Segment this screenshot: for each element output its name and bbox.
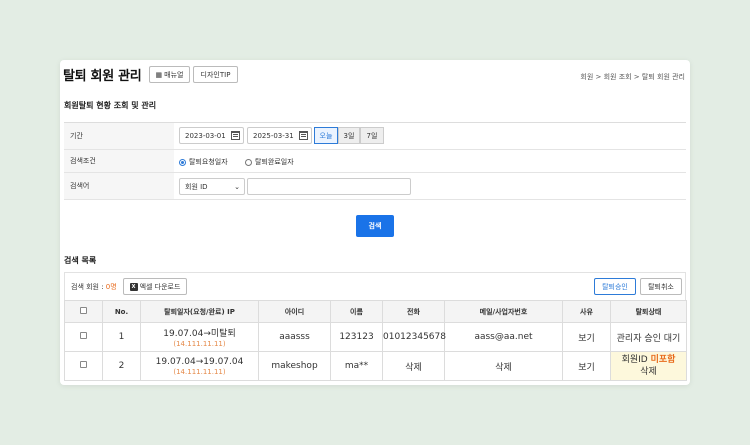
period-label: 기간 (64, 123, 174, 149)
cancel-withdrawal-button[interactable]: 탈퇴취소 (640, 278, 682, 295)
condition-label: 검색조건 (64, 150, 174, 172)
excel-download-button[interactable]: X 엑셀 다운로드 (123, 278, 187, 295)
calendar-icon[interactable] (299, 131, 308, 140)
row-status: 회원ID 미포함 삭제 (610, 351, 687, 381)
grid-icon: ▦ (155, 70, 163, 79)
member-count-label: 검색 회원 : (71, 283, 106, 291)
status-mark: 미포함 (650, 355, 676, 365)
keyword-label: 검색어 (64, 173, 174, 199)
period-7day-button[interactable]: 7일 (360, 127, 384, 144)
col-name: 이름 (330, 300, 383, 323)
row-id: aaasss (258, 322, 331, 352)
row-date-ip: 19.07.04→미탈퇴 (14.111.11.11) (140, 322, 259, 352)
radio-request-date[interactable]: 탈퇴요청일자 (179, 157, 228, 167)
table-row: 1 19.07.04→미탈퇴 (14.111.11.11) aaasss 123… (64, 322, 687, 352)
keyword-type-select[interactable]: 회원 ID ⌄ (179, 178, 245, 195)
col-status: 탈퇴상태 (610, 300, 687, 323)
col-phone: 전화 (382, 300, 445, 323)
table-row: 2 19.07.04→19.07.04 (14.111.11.11) makes… (64, 351, 687, 381)
excel-icon: X (129, 282, 138, 291)
period-row: 기간 2023-03-01 2025-03-31 오늘 3일 7일 (64, 123, 686, 150)
page-header: 탈퇴 회원 관리 ▦ 매뉴얼 디자인TIP 회원 > 회원 조회 > 탈퇴 회원… (60, 60, 690, 88)
list-section-title: 검색 목록 (64, 256, 97, 265)
excel-download-label: 엑셀 다운로드 (139, 282, 181, 291)
row-reason-link[interactable]: 보기 (562, 351, 611, 381)
row-date: 19.07.04→19.07.04 (155, 356, 244, 367)
search-section-title: 회원탈퇴 현황 조회 및 관리 (64, 101, 157, 110)
keyword-type-value: 회원 ID (185, 182, 208, 191)
row-date-ip: 19.07.04→19.07.04 (14.111.11.11) (140, 351, 259, 381)
date-from-value: 2023-03-01 (185, 131, 226, 140)
approve-withdrawal-button[interactable]: 탈퇴승인 (594, 278, 636, 295)
status-prefix: 회원ID (621, 355, 651, 365)
row-no: 2 (102, 351, 141, 381)
status-suffix: 삭제 (640, 367, 657, 377)
select-all-cell[interactable] (64, 300, 103, 323)
row-mail: aass@aa.net (444, 322, 563, 352)
row-select-cell[interactable] (64, 351, 103, 381)
keyword-input[interactable] (247, 178, 411, 195)
col-reason: 사유 (562, 300, 611, 323)
keyword-row: 검색어 회원 ID ⌄ (64, 173, 686, 200)
row-phone: 01012345678 (382, 322, 446, 352)
date-to-input[interactable]: 2025-03-31 (247, 127, 312, 144)
member-count: 검색 회원 : 0명 (71, 282, 117, 292)
radio-complete-label: 탈퇴완료일자 (255, 158, 294, 166)
list-toolbar: 검색 회원 : 0명 X 엑셀 다운로드 탈퇴승인 탈퇴취소 (64, 272, 686, 300)
col-date-ip: 탈퇴일자(요청/완료) IP (140, 300, 259, 323)
design-tip-button[interactable]: 디자인TIP (193, 66, 238, 83)
row-date: 19.07.04→미탈퇴 (163, 329, 236, 339)
row-checkbox[interactable] (80, 361, 87, 368)
date-from-input[interactable]: 2023-03-01 (179, 127, 244, 144)
row-name: 123123 (330, 322, 383, 352)
select-all-checkbox[interactable] (80, 307, 87, 314)
row-status: 관리자 승인 대기 (610, 322, 687, 352)
radio-unchecked-icon (245, 158, 252, 166)
search-button[interactable]: 검색 (356, 215, 394, 237)
manual-button[interactable]: ▦ 매뉴얼 (149, 66, 190, 83)
radio-complete-date[interactable]: 탈퇴완료일자 (245, 157, 294, 167)
withdrawal-table: No. 탈퇴일자(요청/완료) IP 아이디 이름 전화 메일/사업자번호 사유… (64, 300, 687, 381)
condition-row: 검색조건 탈퇴요청일자 탈퇴완료일자 (64, 150, 686, 173)
radio-checked-icon (179, 158, 186, 166)
row-name: ma** (330, 351, 383, 381)
col-id: 아이디 (258, 300, 331, 323)
col-no: No. (102, 300, 141, 323)
period-today-button[interactable]: 오늘 (314, 127, 338, 144)
search-form: 기간 2023-03-01 2025-03-31 오늘 3일 7일 검색조건 탈… (64, 122, 686, 200)
row-ip: (14.111.11.11) (173, 340, 226, 348)
row-no: 1 (102, 322, 141, 352)
page-title: 탈퇴 회원 관리 (63, 69, 142, 84)
col-mail: 메일/사업자번호 (444, 300, 563, 323)
row-id: makeshop (258, 351, 331, 381)
date-to-value: 2025-03-31 (253, 131, 294, 140)
member-count-value: 0명 (105, 283, 117, 291)
row-reason-link[interactable]: 보기 (562, 322, 611, 352)
row-mail: 삭제 (444, 351, 563, 381)
row-select-cell[interactable] (64, 322, 103, 352)
row-checkbox[interactable] (80, 332, 87, 339)
table-header-row: No. 탈퇴일자(요청/완료) IP 아이디 이름 전화 메일/사업자번호 사유… (64, 300, 687, 323)
row-ip: (14.111.11.11) (173, 367, 226, 376)
main-panel: 탈퇴 회원 관리 ▦ 매뉴얼 디자인TIP 회원 > 회원 조회 > 탈퇴 회원… (60, 60, 690, 385)
chevron-down-icon: ⌄ (234, 183, 240, 191)
manual-label: 매뉴얼 (164, 70, 184, 79)
period-3day-button[interactable]: 3일 (338, 127, 360, 144)
row-phone: 삭제 (382, 351, 445, 381)
radio-request-label: 탈퇴요청일자 (189, 158, 228, 166)
calendar-icon[interactable] (231, 131, 240, 140)
background: 탈퇴 회원 관리 ▦ 매뉴얼 디자인TIP 회원 > 회원 조회 > 탈퇴 회원… (0, 0, 750, 445)
breadcrumb: 회원 > 회원 조회 > 탈퇴 회원 관리 (580, 73, 685, 81)
